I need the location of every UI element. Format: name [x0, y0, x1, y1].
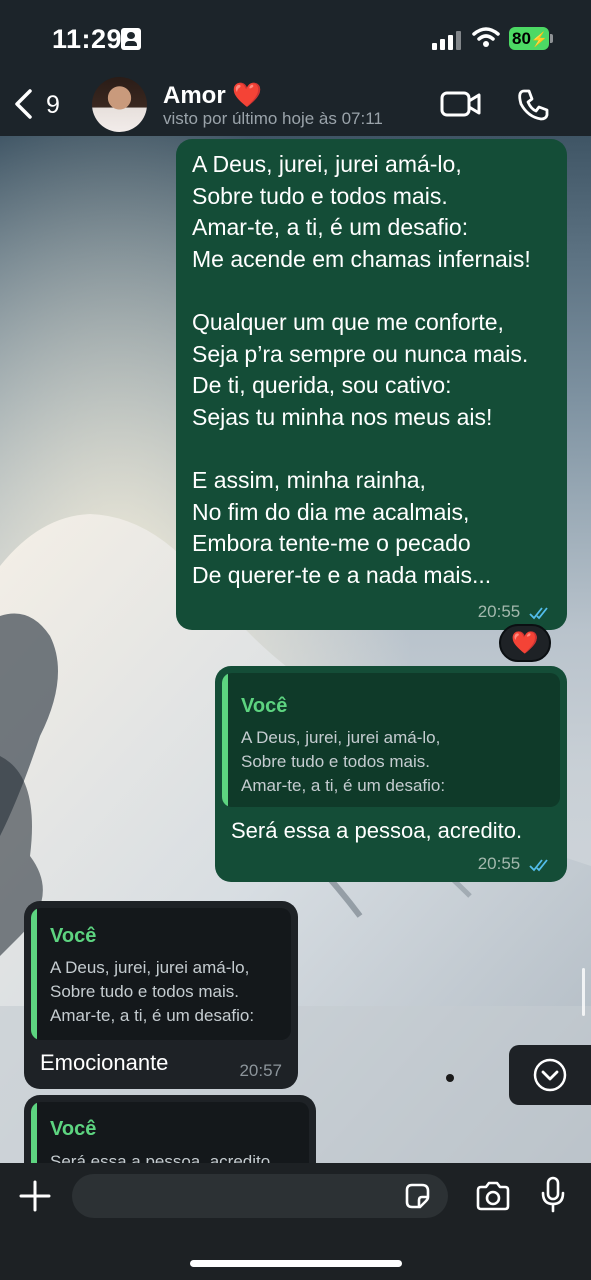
camera-icon[interactable] — [475, 1181, 511, 1211]
message-text: Emocionante — [40, 1050, 169, 1075]
quoted-message[interactable]: Você A Deus, jurei, jurei amá-lo, Sobre … — [222, 673, 560, 807]
message-time: 20:55 — [477, 854, 521, 873]
unread-chats-count[interactable]: 9 — [46, 91, 60, 120]
status-time: 11:29 — [52, 24, 123, 54]
cellular-signal-icon — [432, 30, 462, 50]
last-seen-status: visto por último hoje às 07:11 — [163, 109, 383, 128]
contact-avatar[interactable] — [92, 77, 147, 132]
quote-text: A Deus, jurei, jurei amá-lo, Sobre tudo … — [50, 958, 255, 1025]
microphone-icon[interactable] — [540, 1176, 566, 1214]
sticker-icon[interactable] — [403, 1182, 431, 1210]
contact-card-icon — [121, 28, 141, 50]
contact-name[interactable]: Amor ❤️ — [163, 81, 262, 110]
message-reaction[interactable]: ❤️ — [499, 624, 551, 662]
quote-author: Você — [50, 1118, 97, 1140]
quote-author: Você — [50, 925, 97, 947]
quoted-message[interactable]: Você A Deus, jurei, jurei amá-lo, Sobre … — [31, 908, 291, 1040]
reaction-emoji: ❤️ — [511, 630, 539, 655]
message-text: Será essa a pessoa, acredito. — [231, 818, 523, 843]
outgoing-reply-bubble[interactable]: Você A Deus, jurei, jurei amá-lo, Sobre … — [215, 666, 567, 882]
message-time: 20:57 — [239, 1061, 282, 1080]
quote-text: A Deus, jurei, jurei amá-lo, Sobre tudo … — [241, 728, 446, 795]
battery-level: 80 — [512, 29, 531, 48]
chat-header: 11:29 80⚡ 9 Amor ❤️ visto por último hoj… — [0, 0, 591, 136]
plus-icon[interactable] — [19, 1180, 51, 1212]
read-ticks-icon — [529, 858, 548, 871]
video-camera-icon[interactable] — [440, 90, 482, 118]
incoming-reply-bubble[interactable]: Você A Deus, jurei, jurei amá-lo, Sobre … — [24, 901, 298, 1089]
home-indicator[interactable] — [190, 1260, 402, 1267]
message-time: 20:55 — [477, 602, 521, 621]
quote-author: Você — [241, 695, 288, 717]
scroll-to-bottom-button[interactable] — [509, 1045, 591, 1105]
message-input[interactable] — [72, 1174, 448, 1218]
phone-icon[interactable] — [516, 88, 550, 122]
wifi-icon — [472, 27, 500, 47]
quote-accent-bar — [31, 908, 37, 1040]
scroll-indicator[interactable] — [582, 968, 585, 1016]
message-meta: 20:55 — [478, 602, 551, 622]
battery-tip — [550, 34, 553, 43]
battery-icon: 80⚡ — [509, 27, 549, 50]
read-ticks-icon — [529, 606, 548, 619]
chevron-down-circle-icon — [533, 1058, 567, 1092]
message-text: A Deus, jurei, jurei amá-lo, Sobre tudo … — [192, 151, 531, 588]
quote-accent-bar — [222, 673, 228, 807]
chevron-left-icon[interactable] — [12, 88, 36, 120]
message-meta: 20:55 — [478, 854, 551, 874]
outgoing-message-bubble[interactable]: A Deus, jurei, jurei amá-lo, Sobre tudo … — [176, 139, 567, 630]
